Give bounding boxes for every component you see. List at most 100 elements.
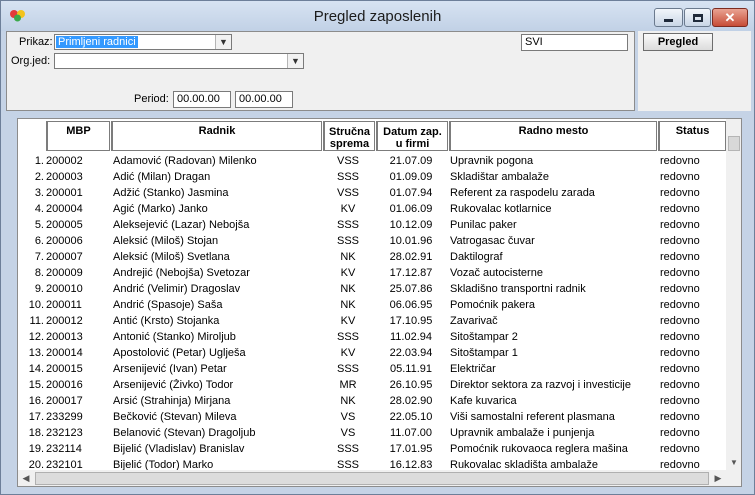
cell-datum: 05.11.91 [389,363,432,375]
chevron-down-icon[interactable]: ▼ [287,54,303,68]
employee-grid: MBP Radnik Stručna sprema Datum zap. u f… [17,118,742,487]
cell-mbp: 232123 [46,427,83,439]
cell-mbp: 200002 [46,155,83,167]
cell-mesto: Pomoćnik rukovaoca reglera mašina [450,443,628,455]
table-row[interactable]: 6. 200006 Aleksić (Miloš) Stojan SSS 10.01.9… [18,233,726,249]
table-row[interactable]: 1. 200002 Adamović (Radovan) Milenko VSS 21.… [18,153,726,169]
window-title: Pregled zaposlenih [313,8,442,25]
column-header-datum[interactable]: Datum zap. u firmi [376,121,448,151]
scroll-thumb[interactable] [35,472,709,485]
table-row[interactable]: 14. 200015 Arsenijević (Ivan) Petar SSS 05.1… [18,361,726,377]
cell-datum: 17.01.95 [389,443,433,455]
cell-status: redovno [660,299,700,311]
cell-sprema: VS [340,427,356,439]
scroll-thumb[interactable] [728,136,740,151]
table-row[interactable]: 11. 200012 Antić (Krsto) Stojanka KV 17.10.9… [18,313,726,329]
period-to-field[interactable]: 00.00.00 [235,91,293,108]
cell-status: redovno [660,347,700,359]
column-header-mbp[interactable]: MBP [46,121,110,151]
scroll-left-icon[interactable]: ◀ [18,470,34,486]
cell-sprema: NK [340,251,356,263]
table-row[interactable]: 10. 200011 Andrić (Spasoje) Saša NK 06.06.95… [18,297,726,313]
cell-mbp: 200010 [46,283,83,295]
cell-radnik: Antonić (Stanko) Miroljub [113,331,236,343]
scroll-right-icon[interactable]: ▶ [710,470,726,486]
column-header-strucna-sprema[interactable]: Stručna sprema [323,121,375,151]
cell-status: redovno [660,235,700,247]
cell-datum: 01.07.94 [389,187,433,199]
horizontal-scrollbar[interactable]: ◀ ▶ [18,470,726,486]
cell-n: 14. [28,363,44,375]
table-row[interactable]: 18. 232123 Belanović (Stevan) Dragoljub VS 1… [18,425,726,441]
table-row[interactable]: 17. 233299 Bečković (Stevan) Mileva VS 22.05… [18,409,726,425]
table-row[interactable]: 2. 200003 Adić (Milan) Dragan SSS 01.09.09 Sk… [18,169,726,185]
column-header-radnik[interactable]: Radnik [111,121,322,151]
maximize-button[interactable] [684,8,711,27]
cell-mesto: Električar [450,363,496,375]
table-row[interactable]: 16. 200017 Arsić (Strahinja) Mirjana NK 28.0… [18,393,726,409]
cell-radnik: Bečković (Stevan) Mileva [113,411,237,423]
cell-mesto: Zavarivač [450,315,498,327]
orgjed-select[interactable]: ▼ [54,53,304,69]
cell-n: 12. [28,331,44,343]
svi-field[interactable]: SVI [521,34,628,51]
table-row[interactable]: 15. 200016 Arsenijević (Živko) Todor MR 26.1… [18,377,726,393]
cell-radnik: Adić (Milan) Dragan [113,171,211,183]
title-bar[interactable]: Pregled zaposlenih ✕ [1,1,754,31]
cell-mbp: 200013 [46,331,83,343]
table-row[interactable]: 8. 200009 Andrejić (Nebojša) Svetozar KV 17.… [18,265,726,281]
cell-status: redovno [660,427,700,439]
vertical-scrollbar[interactable]: ▼ [726,119,741,470]
prikaz-select[interactable]: Primljeni radnici ▼ [54,34,232,50]
cell-mesto: Sitoštampar 2 [450,331,518,343]
cell-mesto: Pomoćnik pakera [450,299,535,311]
header-line: Stručna [329,125,370,138]
pregled-button[interactable]: Pregled [643,33,713,51]
cell-datum: 28.02.90 [389,395,433,407]
minimize-button[interactable] [654,8,683,27]
cell-mbp: 232114 [46,443,82,455]
table-row[interactable]: 13. 200014 Apostolović (Petar) Uglješa KV 22… [18,345,726,361]
close-icon: ✕ [724,9,736,25]
cell-status: redovno [660,443,700,455]
column-header-status[interactable]: Status [658,121,726,151]
cell-radnik: Arsić (Strahinja) Mirjana [113,395,231,407]
cell-sprema: KV [340,347,356,359]
cell-datum: 10.12.09 [389,219,433,231]
table-row[interactable]: 3. 200001 Adžić (Stanko) Jasmina VSS 01.07.9… [18,185,726,201]
cell-sprema: KV [340,267,356,279]
cell-mbp: 200006 [46,235,83,247]
cell-n: 11. [29,315,44,327]
cell-datum: 26.10.95 [389,379,433,391]
period-label: Period: [134,93,169,105]
maximize-icon [692,13,703,22]
cell-radnik: Antić (Krsto) Stojanka [113,315,220,327]
cell-sprema: SSS [336,443,359,455]
cell-datum: 22.03.94 [389,347,433,359]
close-button[interactable]: ✕ [712,8,748,27]
cell-radnik: Apostolović (Petar) Uglješa [113,347,246,359]
cell-mesto: Daktilograf [450,251,503,263]
chevron-down-icon[interactable]: ▼ [215,35,231,49]
column-header-radno-mesto[interactable]: Radno mesto [449,121,657,151]
cell-status: redovno [660,171,700,183]
cell-status: redovno [660,315,700,327]
table-row[interactable]: 12. 200013 Antonić (Stanko) Miroljub SSS 11.… [18,329,726,345]
cell-mesto: Vozač autocisterne [450,267,543,279]
cell-mbp: 200017 [46,395,83,407]
orgjed-label: Org.jed: [11,55,51,67]
cell-status: redovno [660,267,700,279]
table-row[interactable]: 5. 200005 Aleksejević (Lazar) Nebojša SSS 10… [18,217,726,233]
table-row[interactable]: 7. 200007 Aleksić (Miloš) Svetlana NK 28.02.… [18,249,726,265]
period-from-field[interactable]: 00.00.00 [173,91,231,108]
cell-n: 10. [28,299,44,311]
cell-mbp: 200001 [46,187,83,199]
cell-mesto: Direktor sektora za razvoj i investicije [450,379,631,391]
cell-n: 6. [34,235,44,247]
scroll-down-icon[interactable]: ▼ [726,454,741,470]
table-row[interactable]: 19. 232114 Bijelić (Vladislav) Branislav SS… [18,441,726,457]
cell-mbp: 200014 [46,347,83,359]
table-row[interactable]: 9. 200010 Andrić (Velimir) Dragoslav NK 25.0… [18,281,726,297]
cell-mbp: 200007 [46,251,83,263]
table-row[interactable]: 4. 200004 Agić (Marko) Janko KV 01.06.09 Ruko… [18,201,726,217]
